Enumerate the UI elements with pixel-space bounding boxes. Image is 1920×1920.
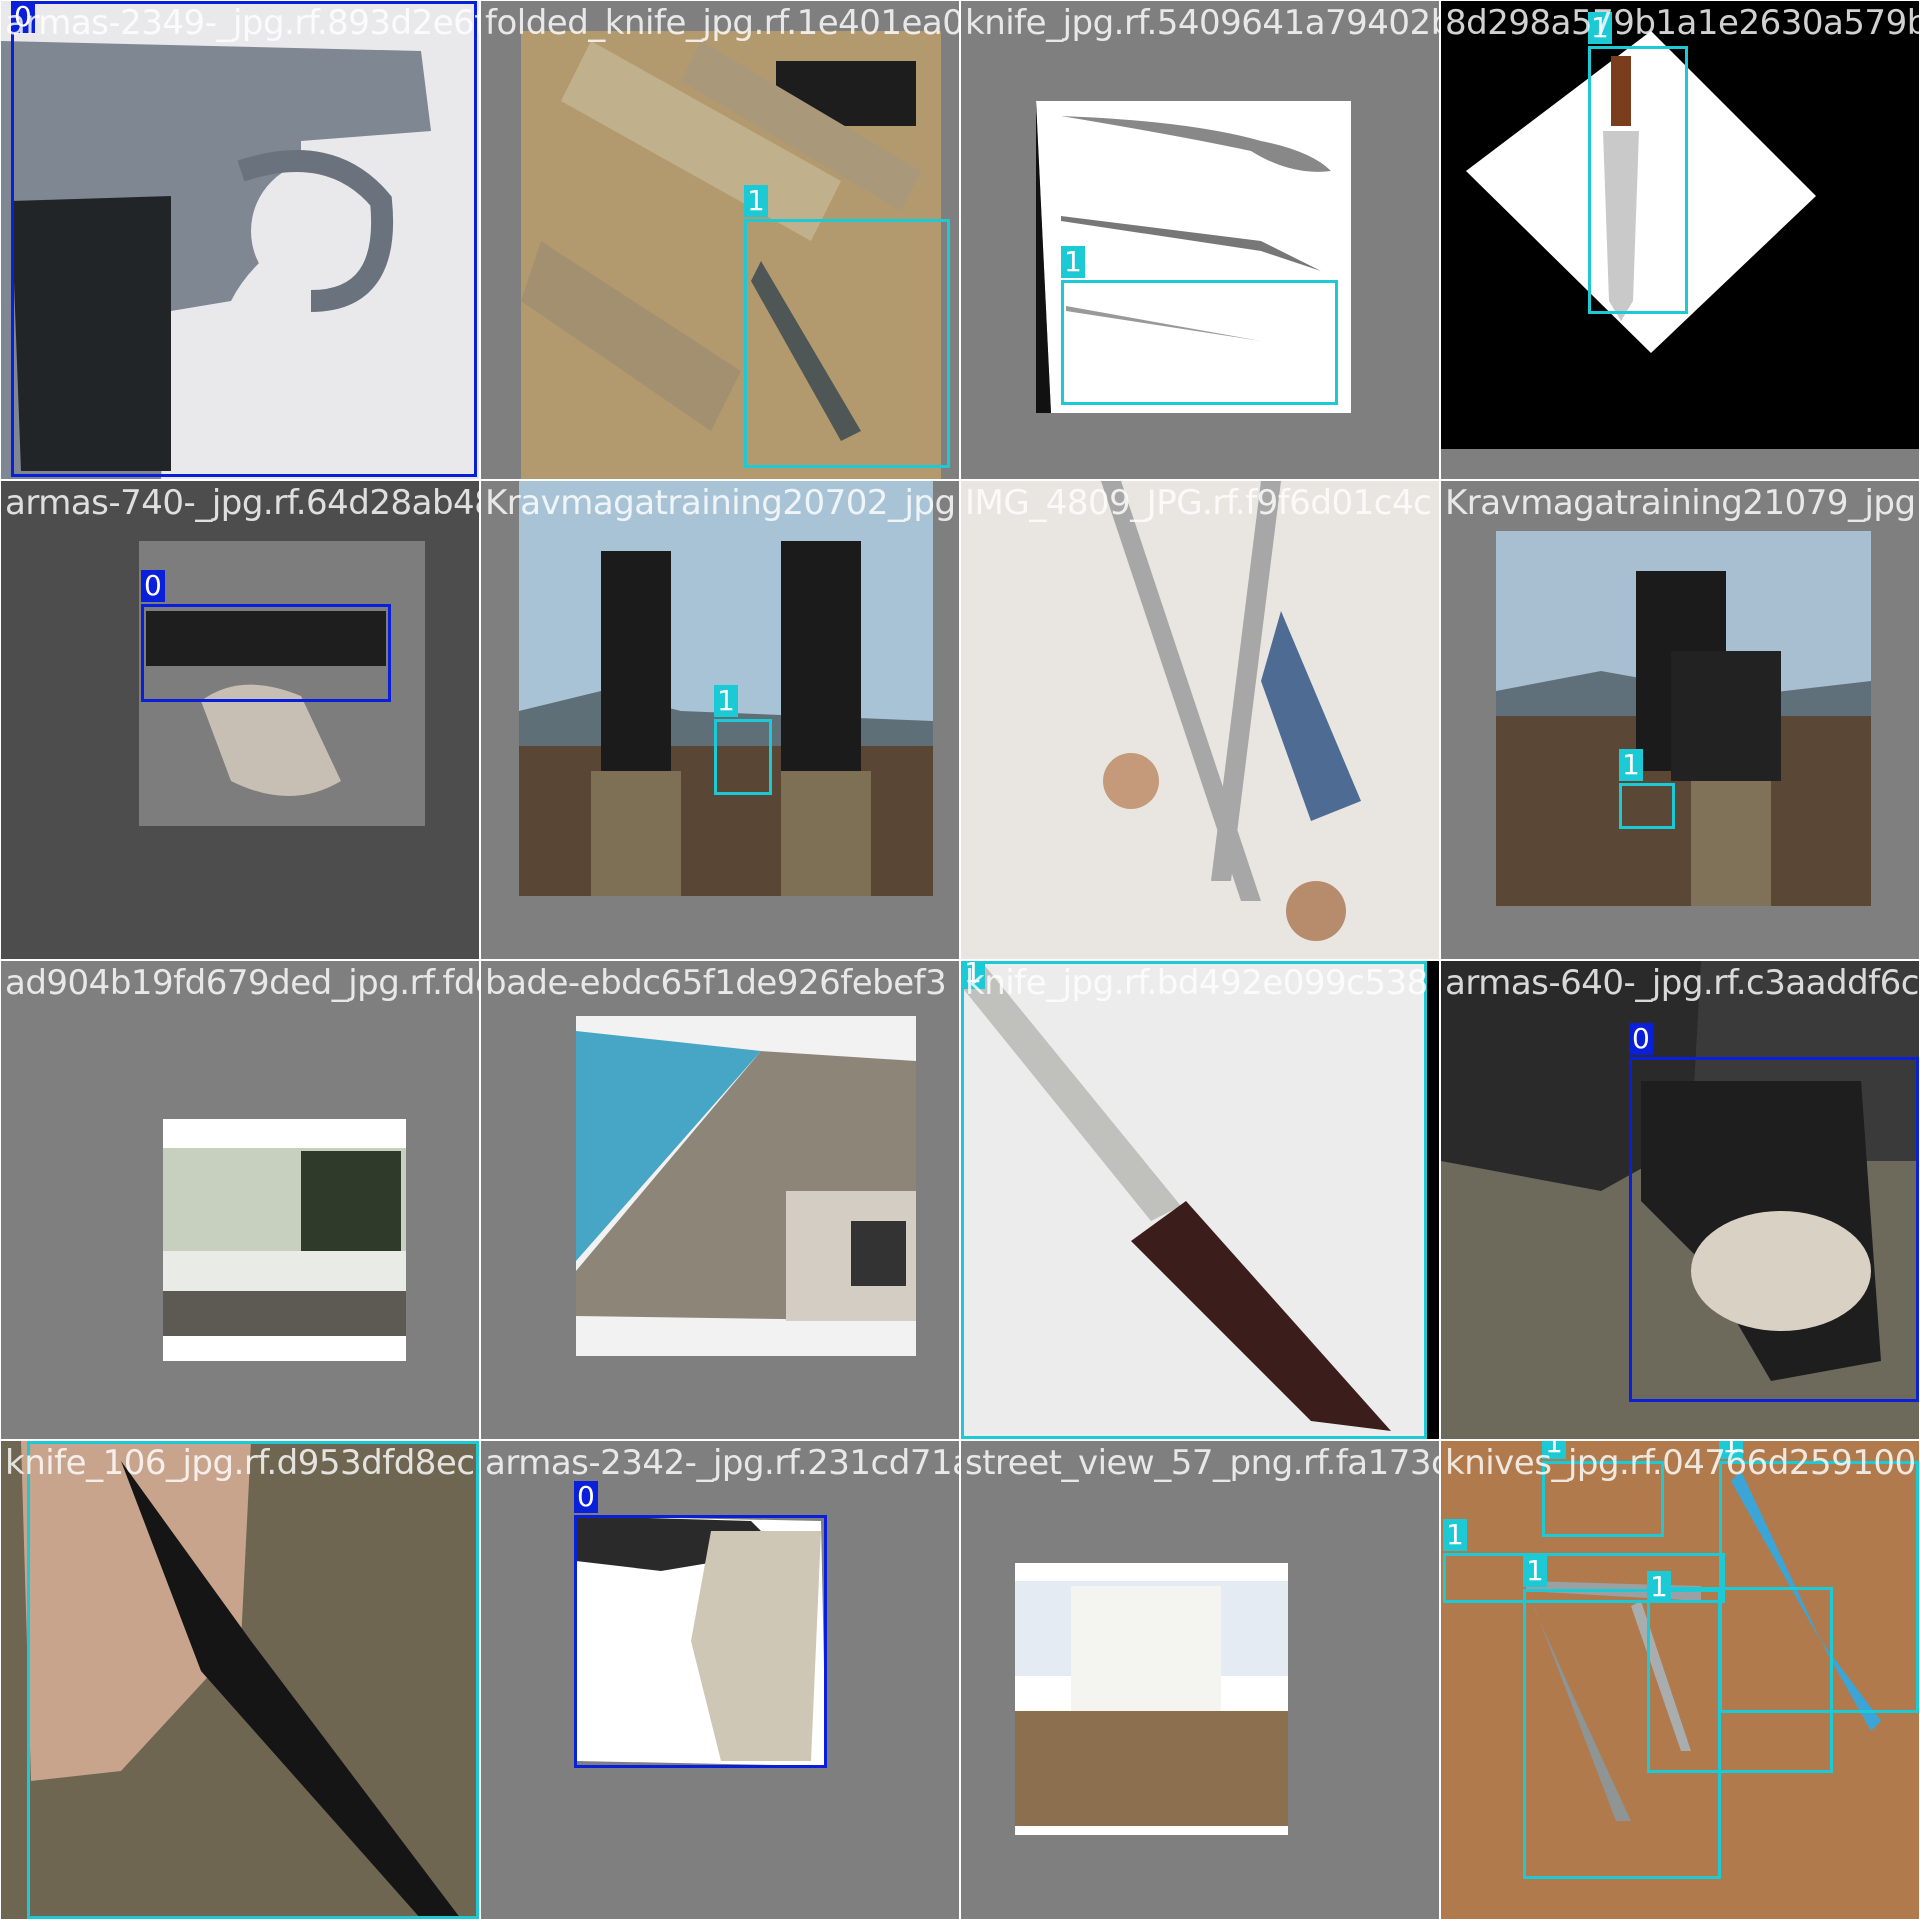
image-filename: bade-ebdc65f1de926febef3: [485, 963, 947, 1003]
tile-kitchen-knife: 1 knife_jpg.rf.bd492e099c538: [961, 961, 1439, 1439]
image-filename: armas-640-_jpg.rf.c3aaddf6c: [1445, 963, 1919, 1003]
photo-pistol-hand: [1, 481, 479, 959]
bbox-class-1: [961, 961, 1427, 1439]
tile-landscape-sign: ad904b19fd679ded_jpg.rf.fdc6f824e5: [1, 961, 479, 1439]
tile-bayonet: 1 8d298a579b1a1e2630a579b1a1: [1441, 1, 1919, 479]
bbox-label: 1: [714, 685, 738, 717]
bbox-class-0: [141, 604, 391, 702]
image-filename: Kravmagatraining21079_jpg: [1445, 483, 1916, 523]
bbox-label: 0: [1629, 1023, 1653, 1055]
tile-kravmaga-2: 1 Kravmagatraining21079_jpg: [1441, 481, 1919, 959]
photo-kravmaga-2: [1496, 531, 1871, 906]
bbox-class-1: [1588, 46, 1688, 314]
bbox-label: 0: [574, 1481, 598, 1513]
tile-folding-knives: 1 folded_knife_jpg.rf.1e401ea04f4266c: [481, 1, 959, 479]
tile-house: street_view_57_png.rf.fa173c19b0a: [961, 1441, 1439, 1919]
photo-house: [1015, 1563, 1288, 1835]
tile-pistol-in-hand: 0 armas-740-_jpg.rf.64d28ab48f: [1, 481, 479, 959]
image-filename: Kravmagatraining20702_jpg: [485, 483, 956, 523]
image-filename: armas-740-_jpg.rf.64d28ab48f: [5, 483, 479, 523]
image-filename: knife_jpg.rf.bd492e099c538: [965, 963, 1428, 1003]
photo-ladders: [961, 481, 1439, 959]
image-filename: knives_jpg.rf.04766d25910014eb: [1445, 1443, 1919, 1483]
tile-cutlery: 1 knife_jpg.rf.5409641a79402b2d7943bb3c: [961, 1, 1439, 479]
bbox-class-1: [744, 219, 950, 468]
image-filename: IMG_4809_JPG.rf.f9f6d01c4c: [965, 483, 1432, 523]
image-filename: armas-2342-_jpg.rf.231cd71afaeba7e: [485, 1443, 959, 1483]
image-filename: ad904b19fd679ded_jpg.rf.fdc6f824e5: [5, 963, 479, 1003]
bbox-label: 1: [1061, 246, 1085, 278]
photo-landscape: [163, 1119, 406, 1361]
image-filename: folded_knife_jpg.rf.1e401ea04f4266c: [485, 3, 959, 43]
tile-kravmaga-1: 1 Kravmagatraining20702_jpg: [481, 481, 959, 959]
photo-roof: [576, 1016, 916, 1356]
bbox-label: 1: [744, 185, 768, 217]
bbox-label: 1: [1523, 1555, 1547, 1587]
tile-hand-knife: 1 knife_106_jpg.rf.d953dfd8ec: [1, 1441, 479, 1919]
bbox-label: 1: [1619, 749, 1643, 781]
photo-cutlery: [1036, 101, 1351, 413]
tile-silver-pistol: 0 armas-2342-_jpg.rf.231cd71afaeba7e: [481, 1441, 959, 1919]
bbox-class-0: [574, 1515, 827, 1768]
image-filename: knife_jpg.rf.5409641a79402b2d7943bb3c: [965, 3, 1439, 43]
bbox-class-1: [1619, 783, 1675, 829]
bbox-label: 0: [141, 570, 165, 602]
tile-ladders: IMG_4809_JPG.rf.f9f6d01c4c: [961, 481, 1439, 959]
tile-gloved-pistol: 0 armas-640-_jpg.rf.c3aaddf6c: [1441, 961, 1919, 1439]
tile-knives: 1 1 1 1 1 knives_jpg.rf.04766d25910014eb: [1441, 1441, 1919, 1919]
bbox-class-1: [27, 1441, 479, 1919]
bbox-class-1: [1061, 280, 1338, 405]
bbox-class-0: [1629, 1057, 1919, 1402]
tile-pistol-closeup: 0 armas-2349-_jpg.rf.893d2e6f8c0a3976bdf…: [1, 1, 479, 479]
bbox-class-0: [11, 1, 477, 477]
bbox-label: 1: [1443, 1519, 1467, 1551]
bbox-label: 1: [1647, 1571, 1671, 1603]
image-filename: knife_106_jpg.rf.d953dfd8ec: [5, 1443, 475, 1483]
image-filename: armas-2349-_jpg.rf.893d2e6f8c0a3976bdf2f…: [5, 3, 479, 43]
image-filename: 8d298a579b1a1e2630a579b1a1: [1445, 3, 1919, 43]
mosaic-grid: 0 armas-2349-_jpg.rf.893d2e6f8c0a3976bdf…: [0, 0, 1920, 1920]
bbox-class-1: [714, 719, 772, 795]
tile-roof: bade-ebdc65f1de926febef3: [481, 961, 959, 1439]
image-filename: street_view_57_png.rf.fa173c19b0a: [965, 1443, 1439, 1483]
bbox-class-1: [1647, 1587, 1833, 1773]
